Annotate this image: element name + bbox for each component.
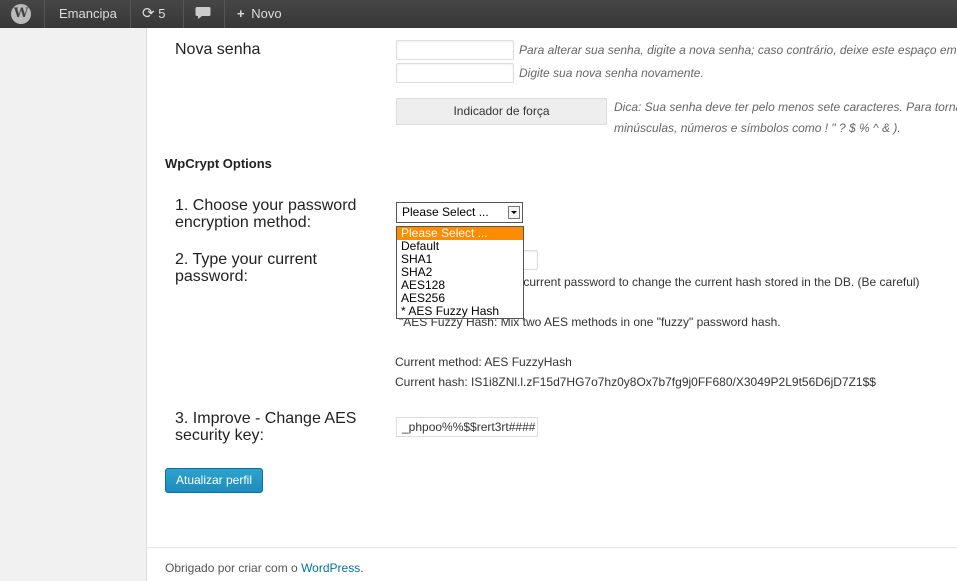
current-password-hint: r current password to change the current…: [516, 275, 920, 289]
wpcrypt-section-title: WpCrypt Options: [165, 156, 272, 171]
chevron-down-icon[interactable]: [508, 206, 520, 219]
refresh-icon: ⟳: [142, 5, 155, 22]
admin-bar: Emancipa ⟳ 5 + Novo: [0, 0, 957, 28]
divider: [130, 0, 131, 28]
divider: [183, 0, 184, 28]
plus-icon: +: [237, 6, 245, 21]
step3-label-line2: security key:: [175, 427, 264, 444]
updates-link[interactable]: ⟳ 5: [142, 0, 165, 28]
site-name-link[interactable]: Emancipa: [59, 0, 117, 28]
step1-label-line1: 1. Choose your password: [175, 197, 357, 214]
confirm-password-hint: Digite sua nova senha novamente.: [519, 66, 704, 80]
step3-label-line1: 3. Improve - Change AES: [175, 410, 357, 427]
password-tip-line2: minúsculas, números e símbolos como ! " …: [614, 121, 901, 135]
wordpress-link[interactable]: WordPress: [301, 561, 360, 575]
encryption-method-select[interactable]: Please Select ...: [396, 202, 523, 223]
password-tip-line1: Dica: Sua senha deve ter pelo menos sete…: [614, 100, 957, 114]
update-profile-button[interactable]: Atualizar perfil: [165, 468, 263, 493]
new-label: Novo: [251, 6, 282, 21]
new-content-link[interactable]: + Novo: [237, 0, 282, 28]
footer-text: Obrigado por criar com o WordPress.: [165, 561, 364, 575]
step2-label-line1: 2. Type your current: [175, 251, 317, 268]
footer-divider: [146, 547, 957, 548]
wordpress-logo-icon[interactable]: [11, 4, 31, 24]
confirm-password-input[interactable]: [396, 63, 514, 83]
updates-count: 5: [158, 6, 166, 21]
comment-icon: [195, 7, 211, 19]
new-password-label: Nova senha: [175, 41, 261, 58]
divider: [224, 0, 225, 28]
aes-key-input[interactable]: _phpoo%%$$rert3rt####: [396, 417, 538, 437]
current-method: Current method: AES FuzzyHash: [395, 355, 572, 369]
step1-label-line2: encryption method:: [175, 214, 312, 231]
divider: [44, 0, 45, 28]
select-value: Please Select ...: [402, 205, 489, 219]
new-password-hint: Para alterar sua senha, digite a nova se…: [519, 43, 957, 57]
password-strength-indicator: Indicador de força: [396, 98, 607, 125]
footer-thanks: Obrigado por criar com o: [165, 561, 302, 575]
comments-link[interactable]: [195, 0, 211, 28]
current-hash: Current hash: IS1i8ZNl.l.zF15d7HG7o7hz0y…: [395, 375, 876, 389]
step2-label-line2: password:: [175, 268, 248, 285]
option-aes-fuzzy-hash[interactable]: * AES Fuzzy Hash: [397, 305, 523, 318]
new-password-input[interactable]: [396, 40, 514, 60]
encryption-method-dropdown: Please Select ... Default SHA1 SHA2 AES1…: [396, 226, 524, 319]
footer-period: .: [360, 561, 364, 575]
